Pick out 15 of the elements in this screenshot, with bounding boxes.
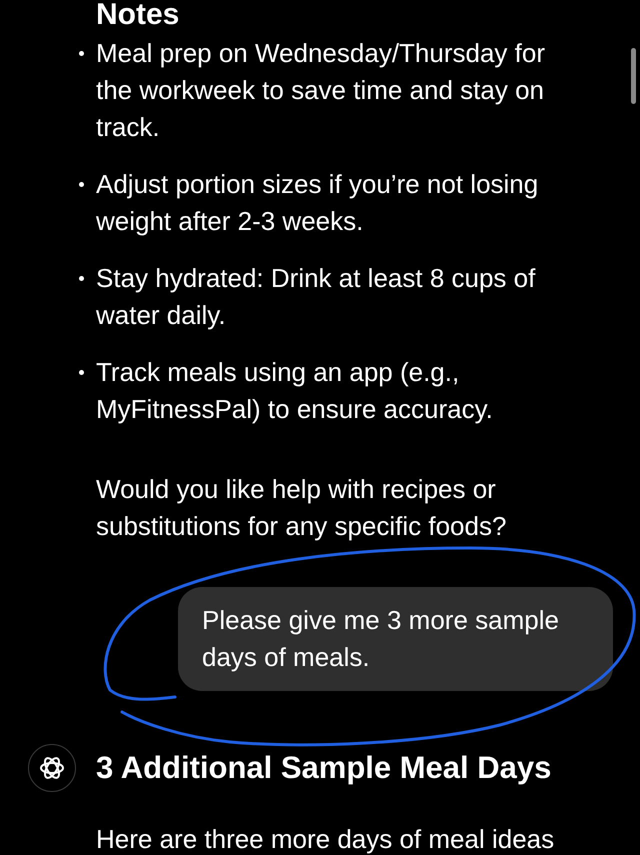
question-text: Would you like help with recipes or substitutions for any specific foods? bbox=[96, 473, 508, 543]
note-item: Meal prep on Wednesday/Thursday for the workweek to save time and stay on track. bbox=[96, 37, 546, 144]
note-item: Stay hydrated: Drink at least 8 cups of water daily. bbox=[96, 262, 536, 332]
note-item: Adjust portion sizes if you’re not losing weight after 2-3 weeks. bbox=[96, 168, 540, 238]
user-message-bubble: Please give me 3 more sample days of meals. bbox=[178, 587, 613, 691]
assistant-logo-icon bbox=[28, 744, 76, 792]
note-item: Track meals using an app (e.g., MyFitnessPal) to ensure accuracy. bbox=[96, 356, 494, 426]
section-heading: Notes bbox=[96, 0, 180, 30]
bullet-icon bbox=[79, 370, 84, 375]
bullet-icon bbox=[79, 276, 84, 281]
scrollbar[interactable] bbox=[631, 48, 636, 104]
reply-text: Here are three more days of meal ideas bbox=[95, 823, 556, 855]
reply-heading: 3 Additional Sample Meal Days bbox=[96, 750, 552, 786]
bullet-icon bbox=[79, 182, 84, 187]
bullet-icon bbox=[79, 51, 84, 56]
